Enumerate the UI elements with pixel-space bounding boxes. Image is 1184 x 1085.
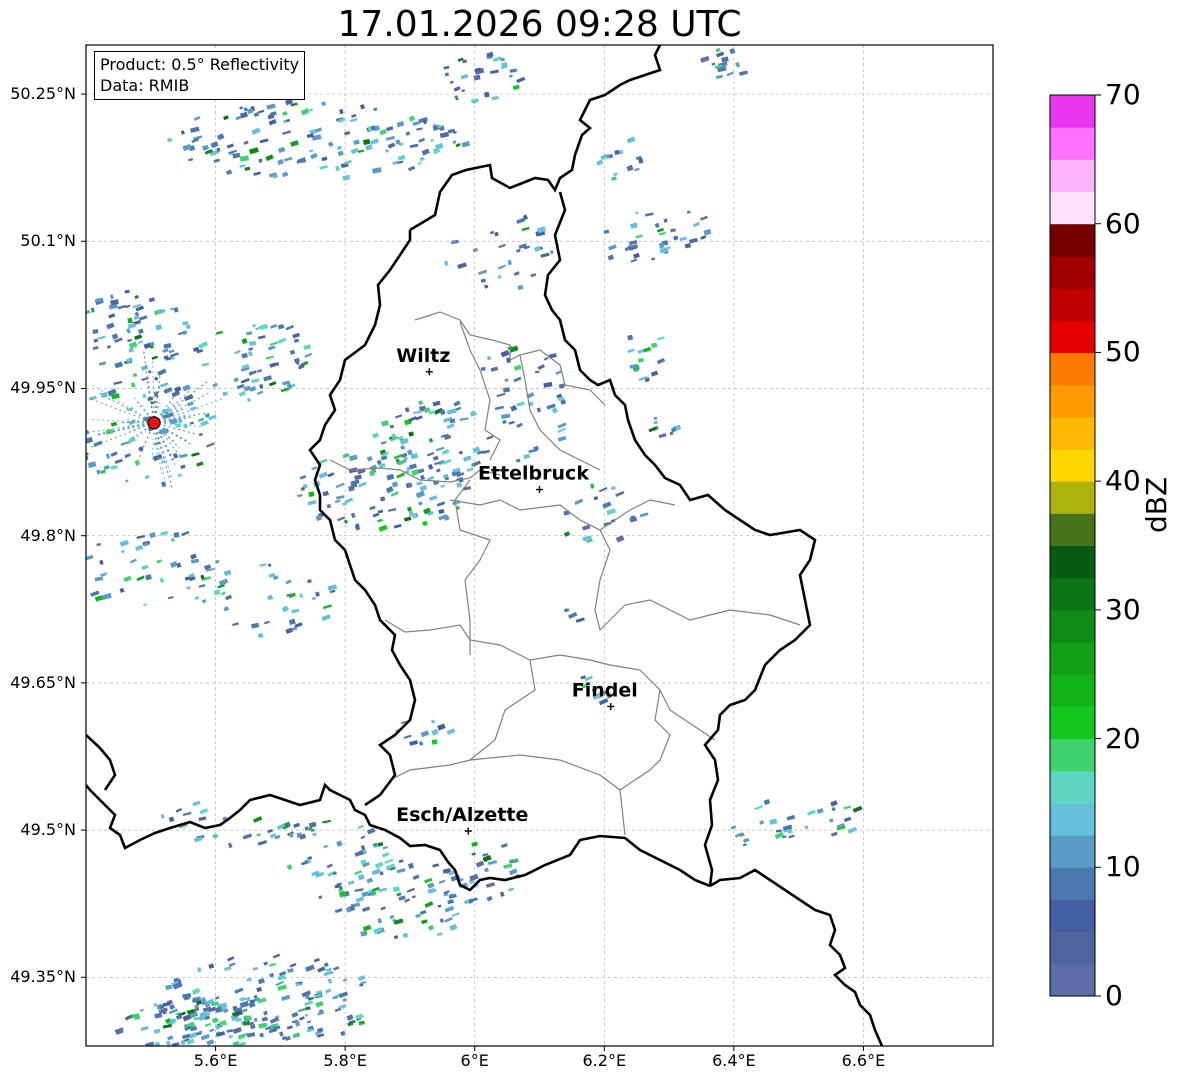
colorbar-tick-label: 60 [1105,210,1141,238]
colorbar-tick-label: 20 [1105,725,1141,753]
colorbar-segment [1050,481,1095,514]
echo-pixel [127,318,132,324]
echo-pixel [161,814,165,818]
echo-pixel [77,336,85,342]
lat-label: 49.35°N [4,967,76,986]
colorbar-segment [1050,674,1095,707]
echo-pixel [71,424,76,428]
echo-pixel [77,342,81,348]
colorbar-segment [1050,803,1095,836]
echo-pixel [73,430,80,436]
lat-label: 49.5°N [4,820,76,839]
colorbar-segment [1050,224,1095,257]
echo-pixel [73,319,82,327]
colorbar-segment [1050,320,1095,353]
lat-label: 50.1°N [4,231,76,250]
echo-pixel [72,433,81,438]
colorbar-segment [1050,385,1095,418]
colorbar-segment [1050,739,1095,772]
colorbar-segment [1050,127,1095,160]
city-label: Wiltz [396,345,450,367]
city-label: Esch/Alzette [396,804,528,826]
lon-label: 6.4°E [699,1051,769,1070]
lat-label: 50.25°N [4,84,76,103]
colorbar-segment [1050,642,1095,675]
echo-pixel [258,159,262,163]
echo-pixel [76,450,82,455]
lat-label: 49.65°N [4,673,76,692]
colorbar-segment [1050,95,1095,128]
colorbar-tick-label: 0 [1105,982,1123,1010]
lon-label: 5.8°E [310,1051,380,1070]
plot-background [86,45,993,1046]
colorbar-segment [1050,256,1095,289]
colorbar-segment [1050,706,1095,739]
colorbar-segment [1050,449,1095,482]
colorbar-segment [1050,417,1095,450]
echo-pixel [484,92,490,98]
colorbar-segment [1050,610,1095,643]
echo-pixel [77,418,82,423]
colorbar-segment [1050,835,1095,868]
echo-pixel [76,566,81,570]
lon-label: 6.6°E [828,1051,898,1070]
echo-pixel [487,356,491,360]
data-source-label: Data: RMIB [100,75,299,96]
colorbar-tick-label: 70 [1105,81,1141,109]
colorbar-tick-label: 40 [1105,467,1141,495]
colorbar-segment [1050,899,1095,932]
echo-pixel [403,933,408,938]
echo-pixel [75,447,79,453]
lat-label: 49.95°N [4,378,76,397]
map-canvas: Wiltz Ettelbruck Findel Esch/Alzette [0,0,1184,1081]
city-label: Findel [572,679,638,701]
product-info-box: Product: 0.5° Reflectivity Data: RMIB [94,51,305,100]
radar-site-marker [148,417,160,429]
radar-map: Wiltz Ettelbruck Findel Esch/Alzette [0,0,1184,1081]
colorbar-segment [1050,546,1095,579]
product-label: Product: 0.5° Reflectivity [100,54,299,75]
colorbar-tick-label: 30 [1105,596,1141,624]
colorbar-label: dBZ [1140,477,1173,533]
colorbar-segment [1050,288,1095,321]
colorbar-segment [1050,192,1095,225]
colorbar-segment [1050,932,1095,965]
lon-label: 5.6°E [181,1051,251,1070]
colorbar-segment [1050,964,1095,997]
colorbar-tick-label: 50 [1105,338,1141,366]
colorbar-segment [1050,513,1095,546]
colorbar [1050,95,1101,997]
colorbar-segment [1050,159,1095,192]
lon-label: 6.2°E [569,1051,639,1070]
colorbar-segment [1050,867,1095,900]
lat-label: 49.8°N [4,526,76,545]
colorbar-segment [1050,352,1095,385]
echo-pixel [74,427,82,433]
colorbar-segment [1050,578,1095,611]
colorbar-segment [1050,771,1095,804]
city-label: Ettelbruck [478,463,589,485]
colorbar-tick-label: 10 [1105,853,1141,881]
echo-pixel [76,339,81,343]
lon-label: 6°E [440,1051,510,1070]
echo-pixel [627,335,633,341]
map-title: 17.01.2026 09:28 UTC [86,4,993,46]
